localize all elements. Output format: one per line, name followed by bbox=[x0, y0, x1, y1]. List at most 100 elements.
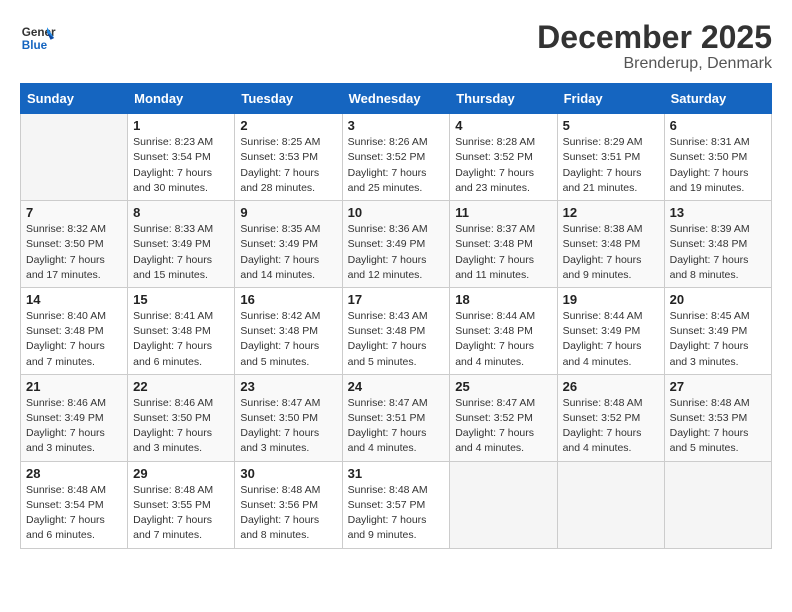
day-number: 29 bbox=[133, 466, 229, 481]
day-number: 8 bbox=[133, 205, 229, 220]
day-info: Sunrise: 8:39 AM Sunset: 3:48 PM Dayligh… bbox=[670, 222, 766, 283]
calendar-cell: 2 Sunrise: 8:25 AM Sunset: 3:53 PM Daylig… bbox=[235, 114, 342, 201]
day-info: Sunrise: 8:47 AM Sunset: 3:51 PM Dayligh… bbox=[348, 396, 445, 457]
day-number: 6 bbox=[670, 118, 766, 133]
calendar-subtitle: Brenderup, Denmark bbox=[537, 55, 772, 73]
day-info: Sunrise: 8:26 AM Sunset: 3:52 PM Dayligh… bbox=[348, 135, 445, 196]
calendar-cell: 7 Sunrise: 8:32 AM Sunset: 3:50 PM Daylig… bbox=[21, 201, 128, 288]
day-info: Sunrise: 8:28 AM Sunset: 3:52 PM Dayligh… bbox=[455, 135, 551, 196]
weekday-header-row: SundayMondayTuesdayWednesdayThursdayFrid… bbox=[21, 84, 772, 114]
calendar-cell: 20Sunrise: 8:45 AM Sunset: 3:49 PM Dayli… bbox=[664, 287, 771, 374]
day-info: Sunrise: 8:38 AM Sunset: 3:48 PM Dayligh… bbox=[563, 222, 659, 283]
calendar-cell: 22Sunrise: 8:46 AM Sunset: 3:50 PM Dayli… bbox=[128, 374, 235, 461]
calendar-cell: 1 Sunrise: 8:23 AM Sunset: 3:54 PM Daylig… bbox=[128, 114, 235, 201]
day-number: 1 bbox=[133, 118, 229, 133]
day-info: Sunrise: 8:29 AM Sunset: 3:51 PM Dayligh… bbox=[563, 135, 659, 196]
calendar-cell: 6 Sunrise: 8:31 AM Sunset: 3:50 PM Daylig… bbox=[664, 114, 771, 201]
day-info: Sunrise: 8:48 AM Sunset: 3:57 PM Dayligh… bbox=[348, 483, 445, 544]
calendar-cell: 23 Sunrise: 8:47 AM Sunset: 3:50 PM Dayli… bbox=[235, 374, 342, 461]
calendar-cell: 5 Sunrise: 8:29 AM Sunset: 3:51 PM Daylig… bbox=[557, 114, 664, 201]
calendar-cell: 30 Sunrise: 8:48 AM Sunset: 3:56 PM Dayli… bbox=[235, 461, 342, 548]
day-info: Sunrise: 8:48 AM Sunset: 3:54 PM Dayligh… bbox=[26, 483, 122, 544]
day-info: Sunrise: 8:25 AM Sunset: 3:53 PM Dayligh… bbox=[240, 135, 336, 196]
day-info: Sunrise: 8:48 AM Sunset: 3:56 PM Dayligh… bbox=[240, 483, 336, 544]
calendar-cell: 31 Sunrise: 8:48 AM Sunset: 3:57 PM Dayli… bbox=[342, 461, 450, 548]
day-info: Sunrise: 8:47 AM Sunset: 3:50 PM Dayligh… bbox=[240, 396, 336, 457]
day-number: 17 bbox=[348, 292, 445, 307]
calendar-week-row: 21 Sunrise: 8:46 AM Sunset: 3:49 PM Dayli… bbox=[21, 374, 772, 461]
day-number: 13 bbox=[670, 205, 766, 220]
weekday-header-wednesday: Wednesday bbox=[342, 84, 450, 114]
day-info: Sunrise: 8:44 AM Sunset: 3:49 PM Dayligh… bbox=[563, 309, 659, 370]
calendar-cell: 16 Sunrise: 8:42 AM Sunset: 3:48 PM Dayli… bbox=[235, 287, 342, 374]
day-number: 9 bbox=[240, 205, 336, 220]
svg-text:Blue: Blue bbox=[22, 39, 48, 52]
calendar-cell: 12 Sunrise: 8:38 AM Sunset: 3:48 PM Dayli… bbox=[557, 201, 664, 288]
weekday-header-thursday: Thursday bbox=[450, 84, 557, 114]
calendar-week-row: 28Sunrise: 8:48 AM Sunset: 3:54 PM Dayli… bbox=[21, 461, 772, 548]
day-number: 18 bbox=[455, 292, 551, 307]
day-info: Sunrise: 8:43 AM Sunset: 3:48 PM Dayligh… bbox=[348, 309, 445, 370]
day-info: Sunrise: 8:46 AM Sunset: 3:49 PM Dayligh… bbox=[26, 396, 122, 457]
weekday-header-sunday: Sunday bbox=[21, 84, 128, 114]
calendar-cell: 3 Sunrise: 8:26 AM Sunset: 3:52 PM Daylig… bbox=[342, 114, 450, 201]
day-number: 15 bbox=[133, 292, 229, 307]
day-number: 14 bbox=[26, 292, 122, 307]
day-info: Sunrise: 8:37 AM Sunset: 3:48 PM Dayligh… bbox=[455, 222, 551, 283]
logo: General Blue bbox=[20, 20, 56, 56]
day-number: 21 bbox=[26, 379, 122, 394]
day-number: 26 bbox=[563, 379, 659, 394]
day-number: 16 bbox=[240, 292, 336, 307]
calendar-cell: 15 Sunrise: 8:41 AM Sunset: 3:48 PM Dayli… bbox=[128, 287, 235, 374]
day-info: Sunrise: 8:40 AM Sunset: 3:48 PM Dayligh… bbox=[26, 309, 122, 370]
day-info: Sunrise: 8:35 AM Sunset: 3:49 PM Dayligh… bbox=[240, 222, 336, 283]
day-number: 31 bbox=[348, 466, 445, 481]
calendar-cell: 13 Sunrise: 8:39 AM Sunset: 3:48 PM Dayli… bbox=[664, 201, 771, 288]
title-block: December 2025 Brenderup, Denmark bbox=[537, 20, 772, 73]
calendar-cell: 18 Sunrise: 8:44 AM Sunset: 3:48 PM Dayli… bbox=[450, 287, 557, 374]
day-info: Sunrise: 8:48 AM Sunset: 3:53 PM Dayligh… bbox=[670, 396, 766, 457]
day-number: 2 bbox=[240, 118, 336, 133]
weekday-header-tuesday: Tuesday bbox=[235, 84, 342, 114]
day-number: 10 bbox=[348, 205, 445, 220]
calendar-week-row: 7 Sunrise: 8:32 AM Sunset: 3:50 PM Daylig… bbox=[21, 201, 772, 288]
day-info: Sunrise: 8:48 AM Sunset: 3:52 PM Dayligh… bbox=[563, 396, 659, 457]
calendar-cell: 26 Sunrise: 8:48 AM Sunset: 3:52 PM Dayli… bbox=[557, 374, 664, 461]
calendar-cell: 24 Sunrise: 8:47 AM Sunset: 3:51 PM Dayli… bbox=[342, 374, 450, 461]
calendar-cell bbox=[557, 461, 664, 548]
day-number: 19 bbox=[563, 292, 659, 307]
day-number: 24 bbox=[348, 379, 445, 394]
day-info: Sunrise: 8:33 AM Sunset: 3:49 PM Dayligh… bbox=[133, 222, 229, 283]
day-number: 30 bbox=[240, 466, 336, 481]
day-number: 7 bbox=[26, 205, 122, 220]
calendar-cell: 17 Sunrise: 8:43 AM Sunset: 3:48 PM Dayli… bbox=[342, 287, 450, 374]
calendar-cell bbox=[450, 461, 557, 548]
calendar-cell: 10Sunrise: 8:36 AM Sunset: 3:49 PM Dayli… bbox=[342, 201, 450, 288]
day-info: Sunrise: 8:32 AM Sunset: 3:50 PM Dayligh… bbox=[26, 222, 122, 283]
calendar-cell: 9 Sunrise: 8:35 AM Sunset: 3:49 PM Daylig… bbox=[235, 201, 342, 288]
calendar-cell: 11Sunrise: 8:37 AM Sunset: 3:48 PM Dayli… bbox=[450, 201, 557, 288]
day-number: 12 bbox=[563, 205, 659, 220]
calendar-cell: 25Sunrise: 8:47 AM Sunset: 3:52 PM Dayli… bbox=[450, 374, 557, 461]
calendar-cell: 14 Sunrise: 8:40 AM Sunset: 3:48 PM Dayli… bbox=[21, 287, 128, 374]
day-number: 27 bbox=[670, 379, 766, 394]
day-number: 5 bbox=[563, 118, 659, 133]
calendar-cell: 8 Sunrise: 8:33 AM Sunset: 3:49 PM Daylig… bbox=[128, 201, 235, 288]
logo-icon: General Blue bbox=[20, 20, 56, 56]
calendar-week-row: 14 Sunrise: 8:40 AM Sunset: 3:48 PM Dayli… bbox=[21, 287, 772, 374]
day-number: 23 bbox=[240, 379, 336, 394]
weekday-header-saturday: Saturday bbox=[664, 84, 771, 114]
day-number: 3 bbox=[348, 118, 445, 133]
day-info: Sunrise: 8:44 AM Sunset: 3:48 PM Dayligh… bbox=[455, 309, 551, 370]
day-info: Sunrise: 8:48 AM Sunset: 3:55 PM Dayligh… bbox=[133, 483, 229, 544]
day-number: 20 bbox=[670, 292, 766, 307]
calendar-table: SundayMondayTuesdayWednesdayThursdayFrid… bbox=[20, 83, 772, 548]
page-header: General Blue December 2025 Brenderup, De… bbox=[20, 20, 772, 73]
day-info: Sunrise: 8:42 AM Sunset: 3:48 PM Dayligh… bbox=[240, 309, 336, 370]
calendar-cell: 27 Sunrise: 8:48 AM Sunset: 3:53 PM Dayli… bbox=[664, 374, 771, 461]
day-info: Sunrise: 8:41 AM Sunset: 3:48 PM Dayligh… bbox=[133, 309, 229, 370]
day-info: Sunrise: 8:23 AM Sunset: 3:54 PM Dayligh… bbox=[133, 135, 229, 196]
day-info: Sunrise: 8:31 AM Sunset: 3:50 PM Dayligh… bbox=[670, 135, 766, 196]
calendar-title: December 2025 bbox=[537, 20, 772, 55]
day-number: 25 bbox=[455, 379, 551, 394]
